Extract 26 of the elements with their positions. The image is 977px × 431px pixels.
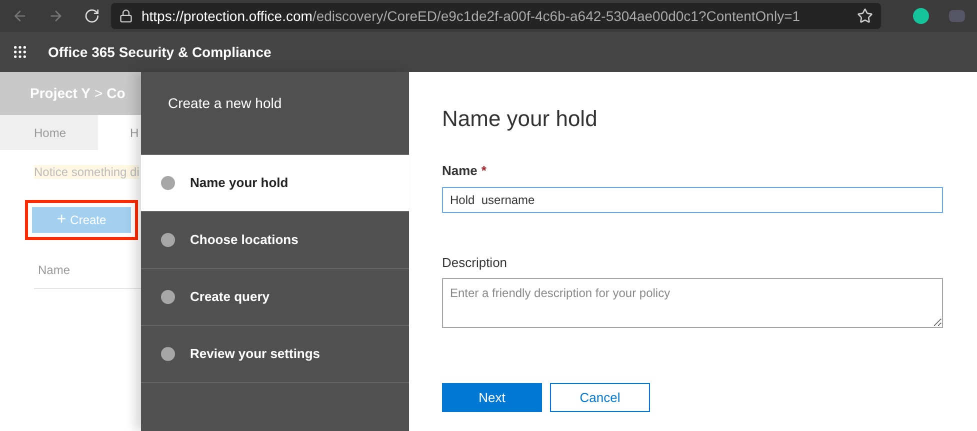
forward-icon[interactable] [48, 8, 64, 24]
description-field[interactable]: Enter a friendly description for your policy [442, 278, 943, 328]
notice-text: Notice something di [34, 165, 140, 179]
required-mark: * [481, 162, 486, 180]
wizard-title: Create a new hold [168, 95, 282, 111]
app-title: Office 365 Security & Compliance [48, 42, 272, 62]
form-heading: Name your hold [442, 105, 598, 133]
wizard-step[interactable]: Create query [141, 269, 409, 326]
wizard-step[interactable]: Name your hold [141, 155, 409, 212]
url-text: https://protection.office.com/ediscovery/CoreED/e9c1de2f-a00f-4c6b-a642-5304ae00d0c1?ContentOnly=1 [141, 6, 800, 26]
wizard-step[interactable]: Choose locations [141, 212, 409, 269]
field-label: Description [442, 254, 508, 272]
field-label: Name [442, 162, 478, 180]
breadcrumb-separator: > [94, 84, 103, 103]
column-header: Name [38, 262, 70, 279]
app-launcher-icon[interactable] [12, 44, 28, 60]
star-icon[interactable] [857, 8, 874, 24]
address-bar[interactable]: https://protection.office.com/ediscovery/CoreED/e9c1de2f-a00f-4c6b-a642-5304ae00d0c1?ContentOnly=1 [111, 3, 882, 29]
next-button[interactable]: Next [442, 383, 542, 412]
cancel-button[interactable]: Cancel [550, 383, 650, 412]
wizard-step[interactable]: Review your settings [141, 326, 409, 383]
page-tab[interactable]: Home [0, 115, 98, 150]
lock-icon [119, 9, 134, 23]
name-field[interactable]: Hold username [442, 186, 943, 212]
reload-icon[interactable] [84, 8, 100, 24]
back-icon[interactable] [12, 8, 28, 24]
